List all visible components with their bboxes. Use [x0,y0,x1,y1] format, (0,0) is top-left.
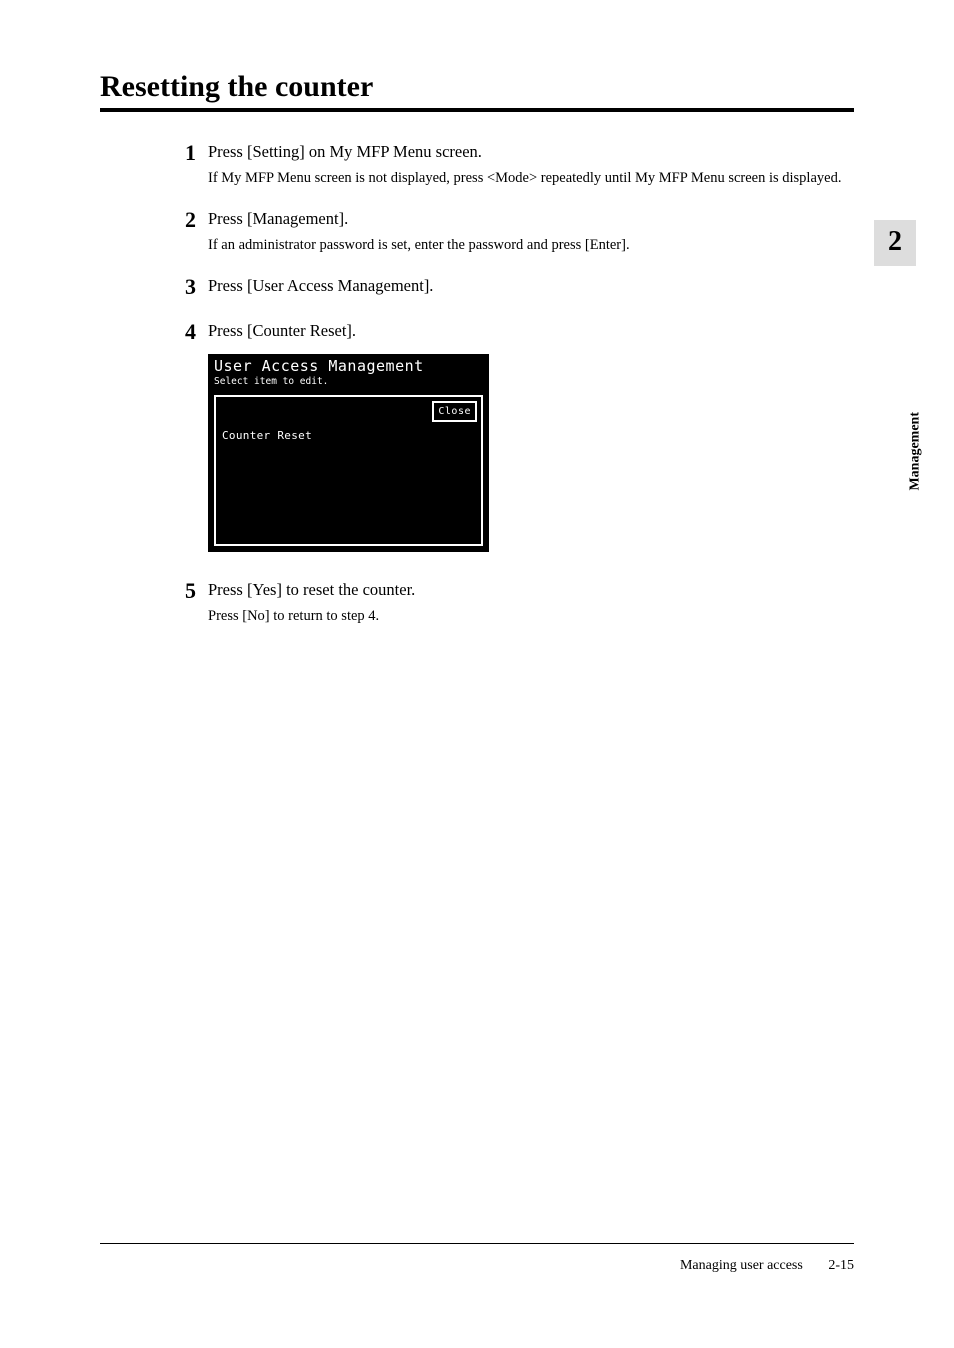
step-number: 2 [170,207,196,233]
title-underline [100,108,854,112]
lcd-menu-item: Counter Reset [220,427,477,446]
step-instruction: Press [User Access Management]. [208,274,854,299]
chapter-number: 2 [874,220,916,258]
steps-list: 1 Press [Setting] on My MFP Menu screen.… [170,140,854,627]
step: 3 Press [User Access Management]. [170,274,854,302]
step-number: 4 [170,319,196,345]
step-note: Press [No] to return to step 4. [208,606,854,627]
step: 1 Press [Setting] on My MFP Menu screen.… [170,140,854,189]
lcd-screenshot: User Access Management Select item to ed… [208,354,489,552]
step-note: If My MFP Menu screen is not displayed, … [208,168,854,189]
footer-rule [100,1243,854,1244]
lcd-close-button: Close [432,401,477,422]
footer-page-number: 2-15 [828,1258,854,1273]
step-instruction: Press [Yes] to reset the counter. [208,578,854,603]
chapter-label: Management [908,412,924,491]
footer-section: Managing user access [680,1258,803,1273]
step-instruction: Press [Management]. [208,207,854,232]
step-number: 1 [170,140,196,166]
page-footer: Managing user access 2-15 [100,1243,854,1274]
step-instruction: Press [Counter Reset]. [208,319,854,344]
lcd-subtitle: Select item to edit. [214,375,483,389]
lcd-panel: Close Counter Reset [214,395,483,546]
section-title: Resetting the counter [100,70,854,104]
step: 2 Press [Management]. If an administrato… [170,207,854,256]
step: 4 Press [Counter Reset]. User Access Man… [170,319,854,552]
chapter-tab: 2 [874,220,916,266]
step-note: If an administrator password is set, ent… [208,235,854,256]
step-number: 5 [170,578,196,604]
step-number: 3 [170,274,196,300]
step-instruction: Press [Setting] on My MFP Menu screen. [208,140,854,165]
lcd-title: User Access Management [214,358,483,375]
step: 5 Press [Yes] to reset the counter. Pres… [170,578,854,627]
